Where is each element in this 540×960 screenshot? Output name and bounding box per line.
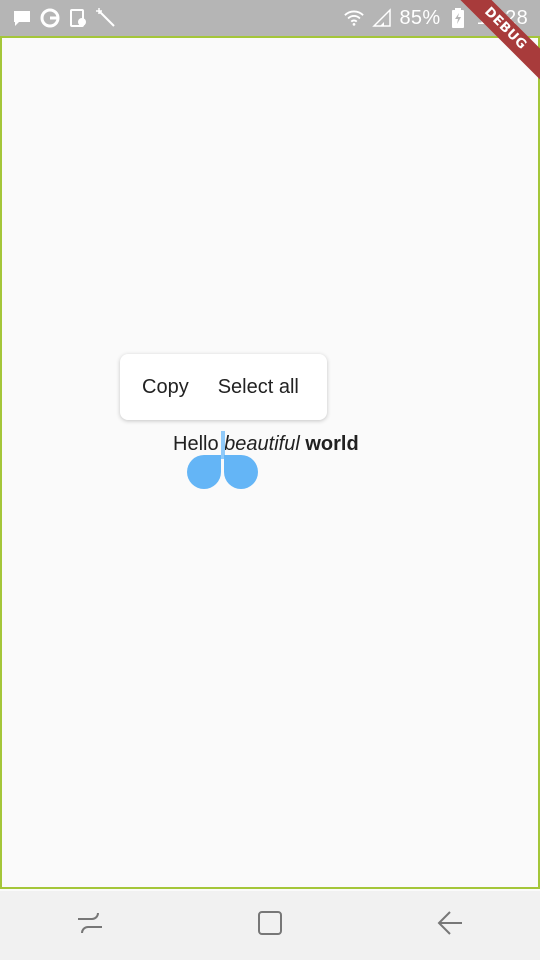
navigation-bar xyxy=(0,891,540,960)
screen-record-icon xyxy=(68,8,88,28)
status-right: 85% 12:28 xyxy=(343,6,529,30)
select-all-button[interactable]: Select all xyxy=(218,376,299,399)
text-italic: beautiful xyxy=(224,433,300,455)
home-icon xyxy=(256,909,284,942)
recents-button[interactable] xyxy=(60,906,120,946)
battery-percent: 85% xyxy=(399,6,441,29)
selection-handle-left[interactable] xyxy=(187,455,221,489)
status-left xyxy=(12,8,116,28)
back-button[interactable] xyxy=(420,906,480,946)
text-bold: world xyxy=(305,433,359,455)
status-bar: 85% 12:28 xyxy=(0,0,540,36)
battery-charging-icon xyxy=(448,8,468,28)
recents-icon xyxy=(76,909,104,942)
back-icon xyxy=(436,909,464,942)
copy-button[interactable]: Copy xyxy=(142,376,189,399)
frame-border-top xyxy=(2,36,540,38)
home-button[interactable] xyxy=(240,906,300,946)
status-time: 12:28 xyxy=(476,6,528,29)
wifi-icon xyxy=(343,8,364,28)
magic-wand-icon xyxy=(96,8,116,28)
rich-text[interactable]: Hello beautiful world xyxy=(173,433,359,456)
message-icon xyxy=(12,8,32,28)
signal-icon xyxy=(371,8,392,28)
app-surface xyxy=(0,36,540,889)
text-selection-toolbar: Copy Select all xyxy=(120,354,327,420)
selection-handle-right[interactable] xyxy=(224,455,258,489)
text-plain: Hello xyxy=(173,433,219,455)
g-icon xyxy=(40,8,60,28)
